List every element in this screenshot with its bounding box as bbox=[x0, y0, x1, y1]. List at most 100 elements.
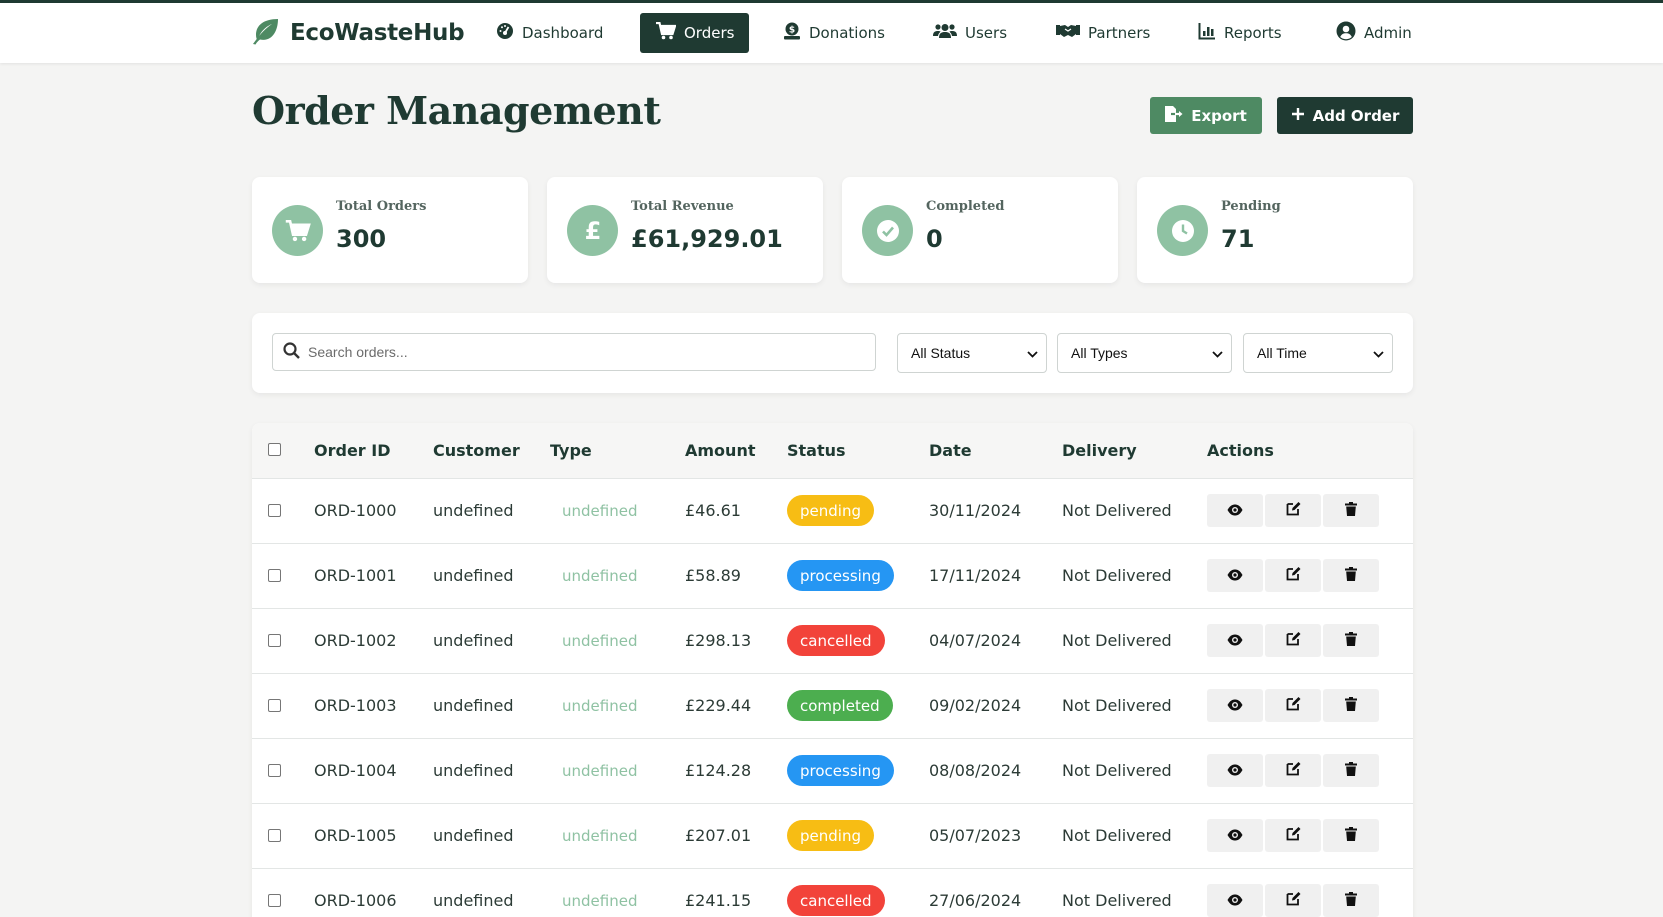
header-order-id[interactable]: Order ID bbox=[314, 441, 391, 460]
status-filter-select[interactable]: All Status bbox=[897, 333, 1047, 373]
order-id: ORD-1001 bbox=[314, 566, 397, 585]
header-amount[interactable]: Amount bbox=[685, 441, 755, 460]
row-checkbox[interactable] bbox=[268, 569, 281, 582]
delivery-status: Not Delivered bbox=[1062, 566, 1172, 585]
row-checkbox[interactable] bbox=[268, 634, 281, 647]
amount: £229.44 bbox=[685, 696, 752, 715]
select-all-checkbox[interactable] bbox=[268, 443, 281, 456]
leaf-icon bbox=[250, 17, 280, 49]
status-badge: completed bbox=[787, 690, 893, 721]
plus-icon bbox=[1291, 107, 1305, 125]
delete-button[interactable] bbox=[1323, 689, 1379, 722]
nav-partners-label: Partners bbox=[1088, 24, 1151, 42]
brand[interactable]: EcoWasteHub bbox=[250, 17, 465, 49]
order-date: 05/07/2023 bbox=[929, 826, 1022, 845]
row-checkbox[interactable] bbox=[268, 699, 281, 712]
view-button[interactable] bbox=[1207, 494, 1263, 527]
header-status[interactable]: Status bbox=[787, 441, 846, 460]
search-box[interactable] bbox=[272, 333, 876, 371]
view-button[interactable] bbox=[1207, 754, 1263, 787]
type-filter-value: All Types bbox=[1071, 345, 1128, 361]
nav-admin[interactable]: Admin bbox=[1320, 13, 1428, 53]
row-checkbox[interactable] bbox=[268, 894, 281, 907]
navbar: EcoWasteHub Dashboard Orders $ Donations… bbox=[0, 3, 1663, 63]
stat-card-completed: Completed 0 bbox=[842, 177, 1118, 283]
status-badge: pending bbox=[787, 820, 874, 851]
status-badge: pending bbox=[787, 495, 874, 526]
row-checkbox[interactable] bbox=[268, 504, 281, 517]
stat-label: Pending bbox=[1221, 199, 1281, 214]
nav-donations-label: Donations bbox=[809, 24, 885, 42]
order-date: 30/11/2024 bbox=[929, 501, 1022, 520]
trash-icon bbox=[1345, 826, 1357, 845]
nav-reports-label: Reports bbox=[1224, 24, 1282, 42]
svg-text:£: £ bbox=[584, 218, 601, 244]
edit-button[interactable] bbox=[1265, 624, 1321, 657]
brand-name: EcoWasteHub bbox=[290, 20, 465, 46]
export-label: Export bbox=[1191, 106, 1247, 125]
order-id: ORD-1002 bbox=[314, 631, 397, 650]
edit-button[interactable] bbox=[1265, 884, 1321, 917]
edit-button[interactable] bbox=[1265, 494, 1321, 527]
view-button[interactable] bbox=[1207, 689, 1263, 722]
header-date[interactable]: Date bbox=[929, 441, 972, 460]
edit-button[interactable] bbox=[1265, 689, 1321, 722]
view-button[interactable] bbox=[1207, 624, 1263, 657]
delivery-status: Not Delivered bbox=[1062, 631, 1172, 650]
delete-button[interactable] bbox=[1323, 754, 1379, 787]
add-order-button[interactable]: Add Order bbox=[1277, 97, 1413, 134]
edit-button[interactable] bbox=[1265, 559, 1321, 592]
view-button[interactable] bbox=[1207, 884, 1263, 917]
delete-button[interactable] bbox=[1323, 884, 1379, 917]
header-delivery[interactable]: Delivery bbox=[1062, 441, 1137, 460]
time-filter-select[interactable]: All Time bbox=[1243, 333, 1393, 373]
stat-value: 300 bbox=[336, 225, 387, 253]
eye-icon bbox=[1227, 696, 1243, 715]
delete-button[interactable] bbox=[1323, 559, 1379, 592]
delete-button[interactable] bbox=[1323, 624, 1379, 657]
edit-icon bbox=[1286, 891, 1301, 910]
stat-value: £61,929.01 bbox=[631, 225, 783, 253]
row-checkbox[interactable] bbox=[268, 829, 281, 842]
status-badge: processing bbox=[787, 755, 894, 786]
customer: undefined bbox=[433, 631, 514, 650]
cart-icon bbox=[656, 21, 677, 44]
file-export-icon bbox=[1165, 105, 1183, 126]
svg-text:$: $ bbox=[789, 26, 795, 36]
trash-icon bbox=[1345, 696, 1357, 715]
nav-dashboard[interactable]: Dashboard bbox=[480, 13, 619, 53]
delete-button[interactable] bbox=[1323, 819, 1379, 852]
edit-button[interactable] bbox=[1265, 819, 1321, 852]
search-input[interactable] bbox=[308, 344, 848, 360]
delivery-status: Not Delivered bbox=[1062, 826, 1172, 845]
export-button[interactable]: Export bbox=[1150, 97, 1262, 134]
check-circle-icon bbox=[862, 205, 913, 256]
nav-reports[interactable]: Reports bbox=[1182, 13, 1298, 53]
row-checkbox[interactable] bbox=[268, 764, 281, 777]
nav-users-label: Users bbox=[965, 24, 1008, 42]
view-button[interactable] bbox=[1207, 559, 1263, 592]
view-button[interactable] bbox=[1207, 819, 1263, 852]
order-type: undefined bbox=[562, 502, 638, 520]
order-type: undefined bbox=[562, 632, 638, 650]
amount: £207.01 bbox=[685, 826, 752, 845]
order-id: ORD-1005 bbox=[314, 826, 397, 845]
customer: undefined bbox=[433, 501, 514, 520]
delivery-status: Not Delivered bbox=[1062, 501, 1172, 520]
header-customer[interactable]: Customer bbox=[433, 441, 520, 460]
nav-dashboard-label: Dashboard bbox=[522, 24, 604, 42]
chevron-down-icon bbox=[1212, 345, 1223, 361]
delete-button[interactable] bbox=[1323, 494, 1379, 527]
type-filter-select[interactable]: All Types bbox=[1057, 333, 1232, 373]
edit-button[interactable] bbox=[1265, 754, 1321, 787]
nav-donations[interactable]: $ Donations bbox=[767, 13, 901, 53]
order-type: undefined bbox=[562, 827, 638, 845]
nav-orders[interactable]: Orders bbox=[640, 13, 749, 53]
stat-value: 0 bbox=[926, 225, 943, 253]
orders-table: Order ID Customer Type Amount Status Dat… bbox=[252, 423, 1413, 917]
header-type[interactable]: Type bbox=[550, 441, 592, 460]
stat-label: Total Orders bbox=[336, 199, 427, 214]
nav-partners[interactable]: Partners bbox=[1040, 13, 1166, 53]
trash-icon bbox=[1345, 501, 1357, 520]
nav-users[interactable]: Users bbox=[917, 13, 1023, 53]
